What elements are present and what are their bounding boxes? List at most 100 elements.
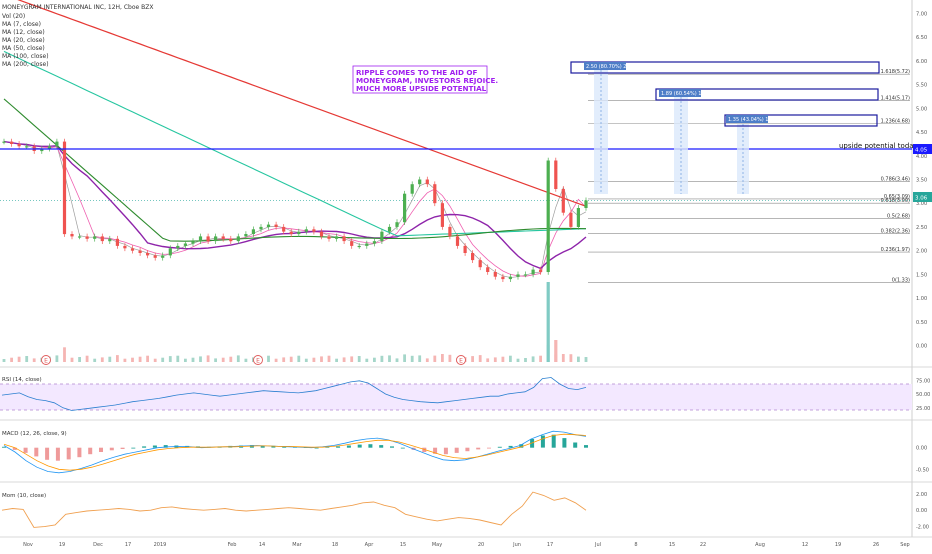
time-tick-label: May (432, 542, 442, 548)
ripple-annotation[interactable]: RIPPLE COMES TO THE AID OF MONEYGRAM, IN… (352, 65, 498, 94)
candle-body (335, 236, 339, 239)
candle-body (501, 276, 505, 280)
candle-body (274, 224, 278, 227)
volume-bar (153, 358, 157, 362)
time-tick-label: 8 (634, 542, 637, 548)
candle-body (259, 226, 263, 230)
fib-label: 1.414(5.17) (881, 95, 910, 101)
candle-body (403, 193, 407, 223)
macd-histogram-bar (314, 447, 319, 449)
volume-bar (297, 355, 301, 362)
time-tick-label: Dec (93, 542, 103, 548)
volume-bar (32, 358, 36, 362)
macd-histogram-bar (120, 447, 125, 449)
chart-svg: 1.618(5.72) 1.414(5.17) 1.236(4.68) 0.786(3… (0, 0, 932, 548)
chart-canvas: 1.618(5.72) 1.414(5.17) 1.236(4.68) 0.786(3… (0, 0, 932, 550)
target-label-3: 1.35 (43.04%) 135 (728, 117, 775, 123)
time-tick-label: 19 (59, 542, 65, 548)
time-tick-label: 17 (125, 542, 131, 548)
price-tick-label: 5.50 (916, 83, 927, 89)
candle-body (70, 234, 74, 237)
volume-bar (403, 354, 406, 362)
volume-bar (85, 355, 89, 362)
svg-text:E: E (256, 358, 260, 365)
macd-title: MACD (12, 26, close, 9) (2, 431, 67, 437)
rsi-tick-label: 25.00 (916, 406, 930, 412)
time-tick-label: Feb (228, 542, 237, 548)
volume-bar (554, 340, 558, 362)
macd-histogram-bar (109, 447, 114, 451)
candle-body (471, 253, 475, 261)
price-line-badge: 4.05 (913, 144, 932, 154)
volume-bar (176, 355, 180, 362)
macd-histogram-bar (497, 446, 502, 448)
volume-bar (357, 356, 361, 362)
candle-body (304, 229, 308, 232)
candle-body (342, 236, 346, 242)
volume-bar (584, 357, 588, 362)
svg-text:E: E (44, 358, 48, 365)
volume-bar (267, 355, 270, 362)
candle-body (561, 189, 565, 213)
svg-text:4.05: 4.05 (915, 148, 928, 154)
macd-panel (2, 430, 588, 474)
time-tick-label: Jul (594, 542, 601, 548)
volume-bar (214, 358, 217, 362)
event-marker[interactable]: E (456, 355, 466, 365)
volume-bar (274, 358, 278, 362)
volume-bar (516, 358, 520, 362)
macd-tick-label: 0.00 (916, 446, 927, 452)
macd-histogram-bar (357, 444, 362, 448)
volume-bar (531, 356, 535, 362)
fib-label: 0.618(3.00) (881, 198, 910, 204)
volume-bar (486, 358, 490, 362)
candle-body (161, 255, 165, 258)
volume-bar (244, 358, 248, 362)
target-box-3[interactable]: 1.35 (43.04%) 135 (724, 114, 878, 194)
volume-bar (478, 355, 482, 362)
volume-bar (471, 356, 474, 362)
candle-body (523, 274, 528, 276)
candle-body (229, 238, 233, 242)
volume-bar (524, 358, 527, 362)
candle-body (191, 241, 195, 244)
macd-histogram-bar (346, 445, 351, 448)
mom-title: Mom (10, close) (2, 493, 46, 499)
volume-bar (184, 358, 187, 362)
legend-ma20: MA (20, close) (2, 37, 45, 44)
candle-body (357, 245, 361, 248)
macd-histogram-bar (584, 445, 588, 448)
candle-body (380, 231, 384, 242)
event-marker[interactable]: E (41, 355, 51, 365)
candle-body (138, 250, 142, 253)
ma7-line (3, 141, 587, 278)
volume-bar (395, 358, 399, 362)
macd-histogram-bar (131, 447, 136, 449)
price-tick-label: 3.50 (916, 178, 927, 184)
target-box-1[interactable]: 2.50 (80.70%) 250 (570, 61, 880, 194)
candle-body (25, 146, 29, 148)
macd-histogram-bar (2, 446, 6, 448)
volume-bar (448, 354, 452, 362)
event-marker[interactable]: E (253, 355, 263, 365)
macd-histogram-bar (34, 447, 39, 457)
time-axis: Nov 19 Dec 17 2019 Feb 14 Mar 18 Apr 15 May 20 Jun 17 J… (23, 542, 910, 548)
volume-bar (433, 355, 437, 362)
macd-histogram-bar (45, 447, 50, 460)
candle-body (319, 231, 324, 237)
volume-bar (138, 356, 142, 362)
legend-vol: Vol (20) (2, 13, 25, 20)
volume-bar (561, 354, 565, 362)
volume-bar (55, 355, 59, 362)
rsi-tick-label: 75.00 (916, 378, 930, 384)
macd-histogram-bar (562, 438, 567, 448)
mom-tick-label: 0.00 (916, 508, 927, 514)
macd-histogram-bar (23, 447, 28, 453)
price-tick-label: 2.00 (916, 249, 927, 255)
candle-body (584, 200, 588, 208)
volume-bar (350, 356, 354, 362)
time-tick-label: Aug (755, 542, 765, 548)
time-tick-label: 14 (259, 542, 265, 548)
momentum-line (1, 491, 587, 528)
candle-body (78, 236, 82, 238)
